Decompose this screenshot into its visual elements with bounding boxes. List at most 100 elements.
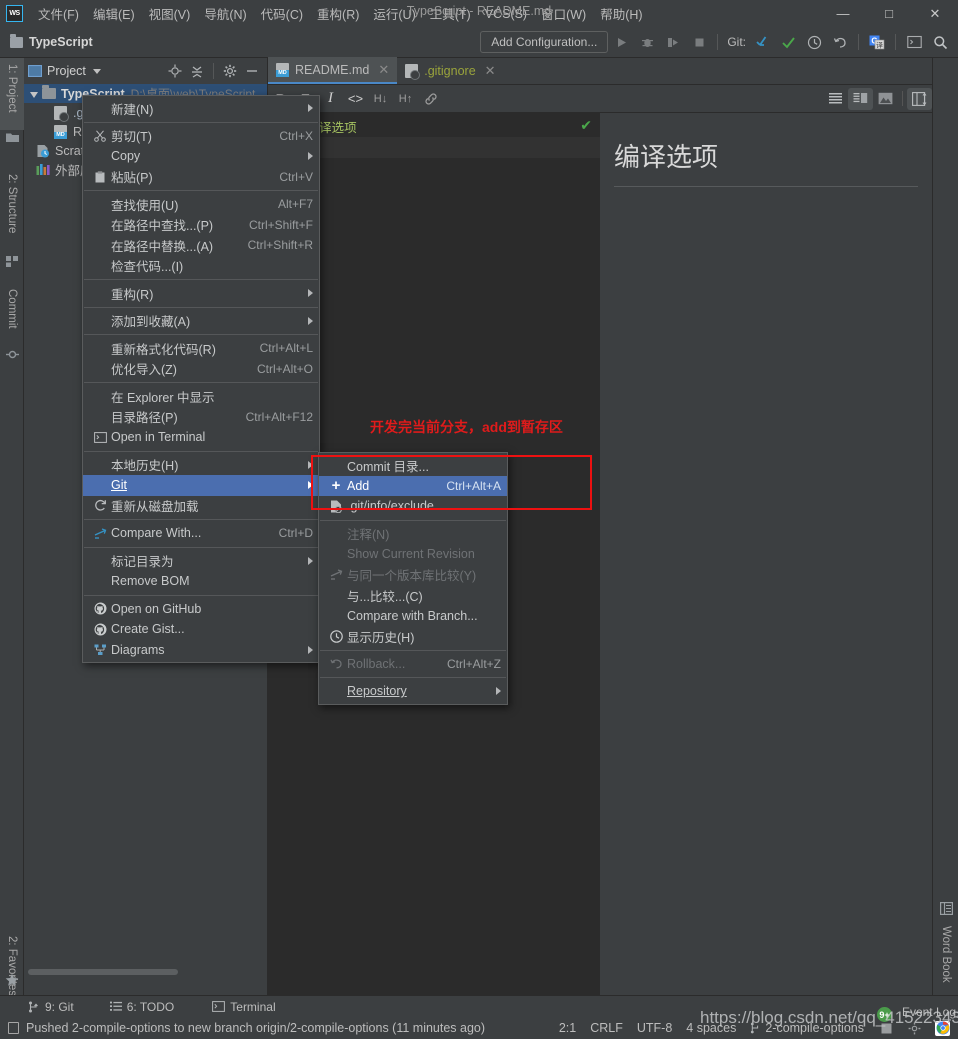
menu-item-shortcut: Ctrl+V <box>279 169 313 184</box>
menu-item-refactor[interactable]: 重构(R) <box>310 1 366 26</box>
minimize-icon[interactable]: — <box>820 0 866 27</box>
translate-icon[interactable]: G译 <box>865 30 889 54</box>
code-icon[interactable]: <> <box>343 88 368 110</box>
menu-separator <box>320 519 506 521</box>
context-menu-item-local-history[interactable]: 本地历史(H) <box>83 455 319 476</box>
terminal-icon[interactable] <box>902 30 926 54</box>
maximize-icon[interactable]: □ <box>866 0 912 27</box>
menu-item-view[interactable]: 视图(V) <box>142 1 198 26</box>
context-menu-item-find-in-path[interactable]: 在路径中查找...(P) Ctrl+Shift+F <box>83 215 319 236</box>
git-rollback-icon[interactable] <box>828 30 852 54</box>
debug-icon[interactable] <box>635 30 659 54</box>
menu-item-label: Git <box>111 478 127 493</box>
context-menu-item-reload-from-disk[interactable]: 重新从磁盘加载 <box>83 496 319 517</box>
chevron-down-icon[interactable] <box>92 68 101 74</box>
notification-icon[interactable] <box>8 1022 19 1034</box>
git-menu-item-repository[interactable]: Repository <box>319 681 507 702</box>
close-icon[interactable]: ✕ <box>912 0 958 27</box>
settings-widget-icon[interactable] <box>908 1022 921 1035</box>
google-chrome-icon[interactable] <box>935 1020 950 1036</box>
git-menu-item-commit-directory[interactable]: Commit 目录... <box>319 455 507 476</box>
link-icon[interactable] <box>418 88 443 110</box>
context-menu-item-copy[interactable]: Copy <box>83 146 319 167</box>
search-everywhere-icon[interactable] <box>928 30 952 54</box>
context-menu-item-paste[interactable]: 粘贴(P) Ctrl+V <box>83 167 319 188</box>
context-menu-item-remove-bom[interactable]: Remove BOM <box>83 571 319 592</box>
coverage-icon[interactable] <box>661 30 685 54</box>
status-message-group: Pushed 2-compile-options to new branch o… <box>8 1021 485 1035</box>
menu-item-edit[interactable]: 编辑(E) <box>86 1 142 26</box>
stop-icon[interactable] <box>687 30 711 54</box>
close-icon[interactable]: ✕ <box>485 63 496 79</box>
context-menu-item-diagrams[interactable]: Diagrams <box>83 640 319 661</box>
inspection-status-icon[interactable]: ✔ <box>580 117 592 134</box>
git-menu-item-compare-with-branch[interactable]: Compare with Branch... <box>319 606 507 627</box>
collapse-all-icon[interactable] <box>186 60 208 82</box>
run-configuration-selector[interactable]: Add Configuration... <box>480 31 609 53</box>
line-separator[interactable]: CRLF <box>590 1021 623 1035</box>
context-menu-item-directory-path[interactable]: 目录路径(P) Ctrl+Alt+F12 <box>83 407 319 428</box>
show-preview-only-icon[interactable] <box>873 88 898 110</box>
tab-readme-md[interactable]: README.md ✕ <box>268 57 398 84</box>
git-menu-item-add[interactable]: + Add Ctrl+Alt+A <box>319 475 507 496</box>
git-menu-item-compare-with[interactable]: 与...比较...(C) <box>319 585 507 606</box>
context-menu-item-show-in-explorer[interactable]: 在 Explorer 中显示 <box>83 386 319 407</box>
menu-item-window[interactable]: 窗口(W) <box>534 1 593 26</box>
sidebar-item-commit[interactable]: Commit <box>0 283 24 345</box>
context-menu-item-git[interactable]: Git <box>83 475 319 496</box>
locate-icon[interactable] <box>164 60 186 82</box>
context-menu-item-reformat-code[interactable]: 重新格式化代码(R) Ctrl+Alt+L <box>83 338 319 359</box>
hide-panel-icon[interactable] <box>241 60 263 82</box>
show-editor-only-icon[interactable] <box>823 88 848 110</box>
split-layout-icon[interactable] <box>907 87 932 110</box>
context-menu-item-add-to-favorites[interactable]: 添加到收藏(A) <box>83 311 319 332</box>
context-menu-item-mark-directory-as[interactable]: 标记目录为 <box>83 551 319 572</box>
menu-item-file[interactable]: 文件(F) <box>31 1 86 26</box>
context-menu-item-cut[interactable]: 剪切(T) Ctrl+X <box>83 126 319 147</box>
menu-item-vcs[interactable]: VCS(S) <box>478 4 534 24</box>
git-menu-item-git-info-exclude[interactable]: .git/info/exclude <box>319 496 507 517</box>
bottom-item-terminal[interactable]: Terminal <box>212 1000 276 1014</box>
context-menu-item-refactor[interactable]: 重构(R) <box>83 283 319 304</box>
menu-item-run[interactable]: 运行(U) <box>366 1 422 26</box>
context-menu-item-optimize-imports[interactable]: 优化导入(Z) Ctrl+Alt+O <box>83 359 319 380</box>
bottom-item-git[interactable]: 9: Git <box>28 1000 74 1014</box>
indent-setting[interactable]: 4 spaces <box>686 1021 736 1035</box>
context-menu-item-find-usages[interactable]: 查找使用(U) Alt+F7 <box>83 194 319 215</box>
context-menu-item-new[interactable]: 新建(N) <box>83 98 319 119</box>
menu-item-navigate[interactable]: 导航(N) <box>197 1 253 26</box>
horizontal-scrollbar[interactable] <box>28 969 178 975</box>
menu-item-help[interactable]: 帮助(H) <box>593 1 649 26</box>
sidebar-item-structure[interactable]: 2: Structure <box>0 168 24 253</box>
chevron-down-icon[interactable] <box>30 92 38 98</box>
menu-item-code[interactable]: 代码(C) <box>254 1 310 26</box>
header-up-icon[interactable]: H↑ <box>393 88 418 110</box>
git-history-icon[interactable] <box>802 30 826 54</box>
sidebar-item-word-book[interactable]: Word Book <box>934 920 958 1000</box>
gear-icon[interactable] <box>219 60 241 82</box>
menu-item-tools[interactable]: 工具(T) <box>423 1 478 26</box>
tab-gitignore[interactable]: .gitignore ✕ <box>397 57 503 84</box>
git-branch-widget[interactable]: 2-compile-options <box>750 1021 864 1035</box>
event-log-indicator[interactable]: 9+ Event Log <box>877 1005 956 1035</box>
context-menu-item-compare-with[interactable]: Compare With... Ctrl+D <box>83 523 319 544</box>
context-menu-item-create-gist[interactable]: Create Gist... <box>83 619 319 640</box>
context-menu-item-replace-in-path[interactable]: 在路径中替换...(A) Ctrl+Shift+R <box>83 235 319 256</box>
italic-icon[interactable]: I <box>318 88 343 110</box>
git-update-icon[interactable] <box>750 30 774 54</box>
bottom-item-todo[interactable]: 6: TODO <box>109 1000 174 1014</box>
caret-position[interactable]: 2:1 <box>559 1021 576 1035</box>
sidebar-item-project-label: 1: Project <box>6 64 18 113</box>
close-icon[interactable]: ✕ <box>378 62 389 78</box>
file-encoding[interactable]: UTF-8 <box>637 1021 672 1035</box>
git-commit-icon[interactable] <box>776 30 800 54</box>
show-editor-and-preview-icon[interactable] <box>848 87 873 110</box>
sidebar-item-favorites[interactable]: 2: Favorites <box>0 930 24 1002</box>
sidebar-item-project[interactable]: 1: Project <box>0 58 24 130</box>
context-menu-item-open-on-github[interactable]: Open on GitHub <box>83 599 319 620</box>
context-menu-item-open-in-terminal[interactable]: Open in Terminal <box>83 427 319 448</box>
git-menu-item-show-history[interactable]: 显示历史(H) <box>319 626 507 647</box>
run-icon[interactable] <box>609 30 633 54</box>
context-menu-item-inspect-code[interactable]: 检查代码...(I) <box>83 256 319 277</box>
header-down-icon[interactable]: H↓ <box>368 88 393 110</box>
